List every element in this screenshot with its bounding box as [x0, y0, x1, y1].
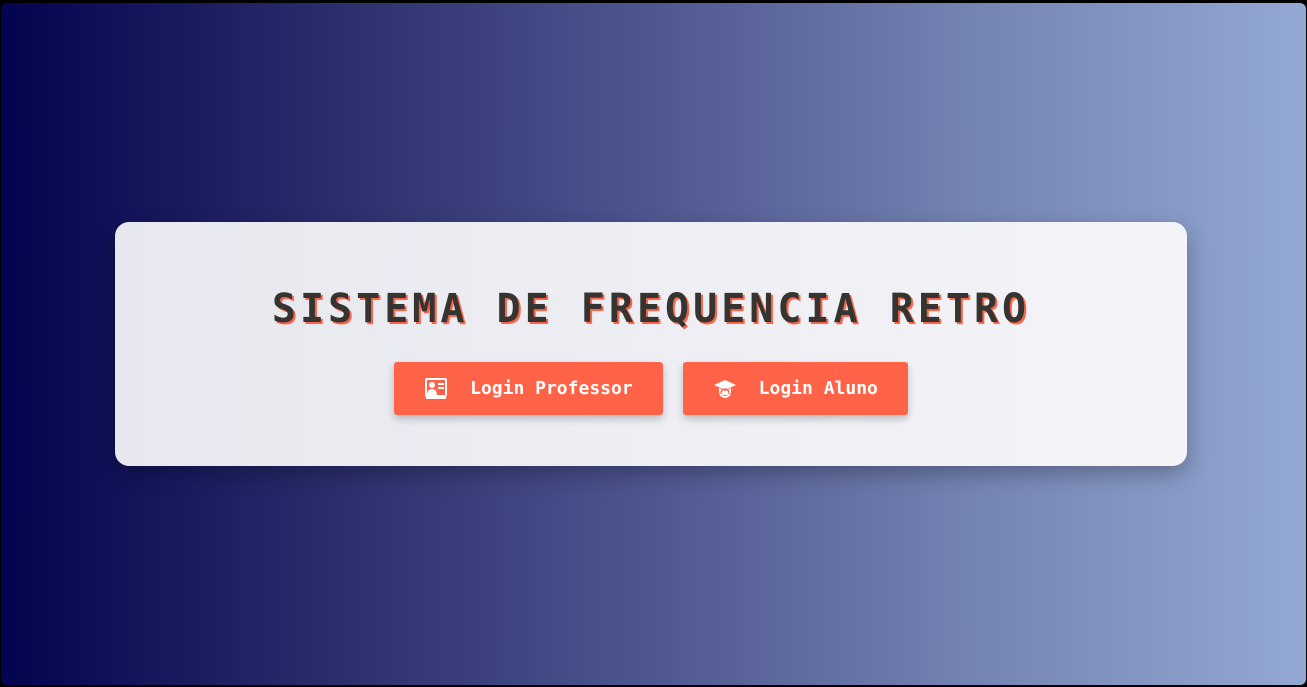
login-card: SISTEMA DE FREQUENCIA RETRO Login Profes…: [115, 222, 1187, 466]
page-title: SISTEMA DE FREQUENCIA RETRO: [271, 286, 1031, 332]
app-background: SISTEMA DE FREQUENCIA RETRO Login Profes…: [1, 3, 1306, 685]
graduation-cap-icon: [713, 377, 737, 401]
login-professor-label: Login Professor: [470, 378, 633, 399]
login-aluno-label: Login Aluno: [758, 378, 878, 399]
login-professor-button[interactable]: Login Professor: [394, 362, 663, 415]
login-buttons: Login Professor Login Aluno: [115, 362, 1187, 415]
chalkboard-teacher-icon: [424, 377, 448, 401]
login-aluno-button[interactable]: Login Aluno: [682, 362, 908, 415]
